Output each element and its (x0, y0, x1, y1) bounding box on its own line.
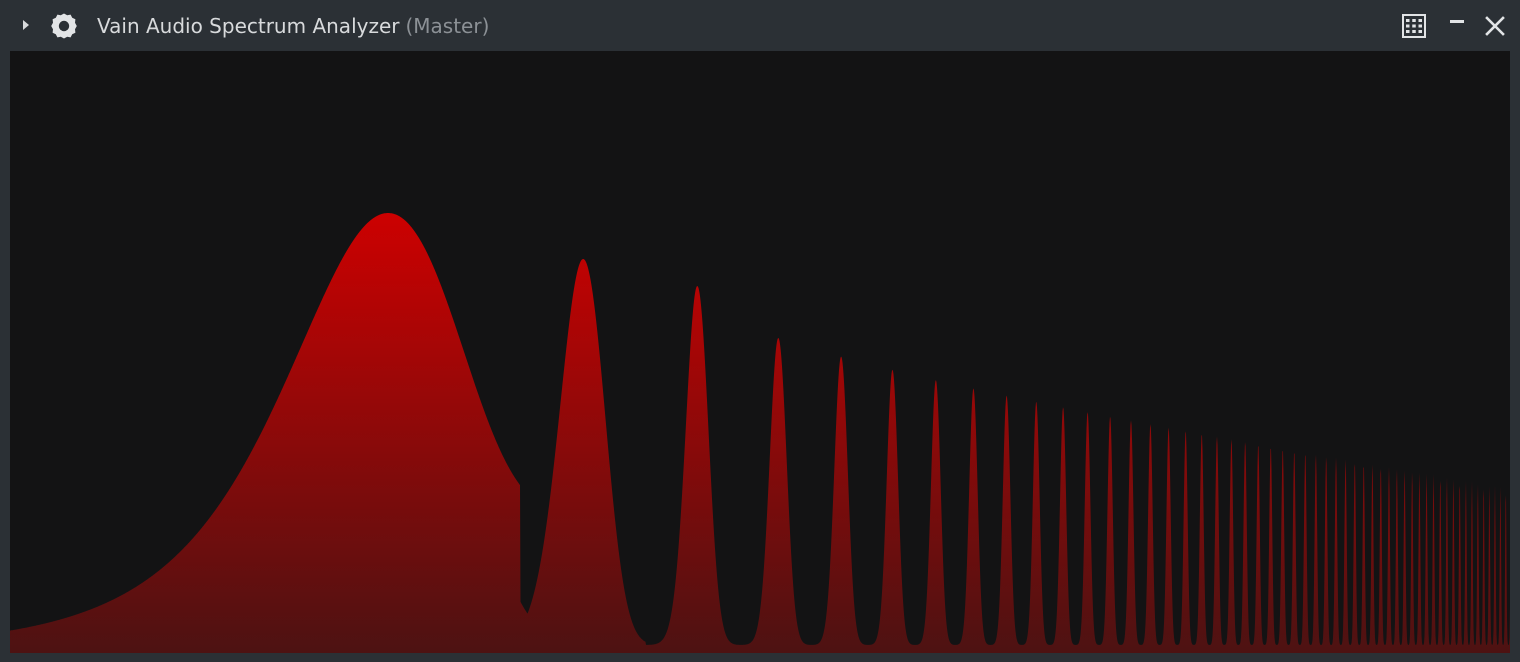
window-title: Vain Audio Spectrum Analyzer (Master) (97, 11, 489, 41)
spectrum-curve (10, 213, 1510, 653)
grid-icon[interactable] (1399, 11, 1429, 41)
gear-icon[interactable] (49, 11, 79, 41)
window-subtitle: (Master) (405, 14, 490, 38)
title-bar[interactable]: Vain Audio Spectrum Analyzer (Master) (0, 0, 1520, 50)
close-icon[interactable] (1480, 11, 1510, 41)
window-title-text: Vain Audio Spectrum Analyzer (97, 14, 400, 38)
spectrum-graph (10, 213, 1510, 653)
minimize-icon[interactable] (1442, 11, 1472, 41)
caret-right-icon[interactable] (19, 17, 33, 33)
spectrum-display (10, 51, 1510, 653)
analyzer-window: Vain Audio Spectrum Analyzer (Master) (0, 0, 1520, 662)
